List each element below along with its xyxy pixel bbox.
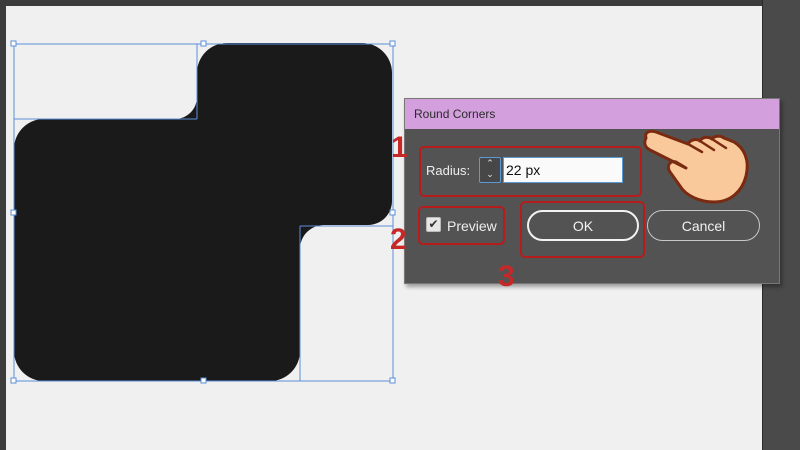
handle-top-right[interactable]	[389, 40, 396, 47]
cancel-button[interactable]: Cancel	[647, 210, 760, 241]
handle-top-mid[interactable]	[200, 40, 207, 47]
handle-mid-left[interactable]	[10, 209, 17, 216]
step-number-2: 2	[390, 223, 407, 256]
handle-bottom-left[interactable]	[10, 377, 17, 384]
highlight-preview	[418, 206, 505, 245]
dialog-title[interactable]: Round Corners	[405, 99, 779, 129]
highlight-radius	[419, 146, 642, 197]
step-number-3: 3	[498, 260, 515, 293]
handle-bottom-right[interactable]	[389, 377, 396, 384]
pointing-hand-icon	[643, 129, 749, 204]
rounded-shape[interactable]	[13, 43, 392, 381]
handle-top-left[interactable]	[10, 40, 17, 47]
handle-bottom-mid[interactable]	[200, 377, 207, 384]
highlight-ok	[520, 201, 645, 258]
step-number-1: 1	[391, 131, 408, 164]
handle-mid-right[interactable]	[389, 209, 396, 216]
